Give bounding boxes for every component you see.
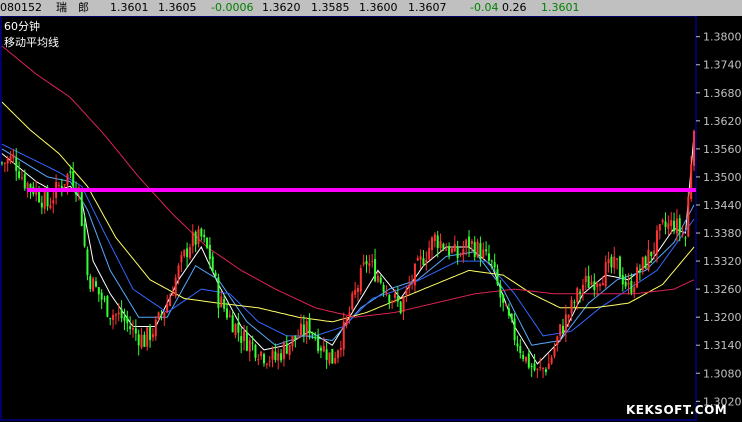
y-tick-label: 1.3140 [703,339,742,352]
candle [206,236,209,250]
candle [351,290,354,312]
y-tick-label: 1.3320 [703,255,742,268]
quote-amplitude: 0.26 [502,1,527,14]
y-tick-label: 1.3740 [703,59,742,72]
quote-code: 080152 [0,1,42,14]
quote-prev-close: 1.3607 [408,1,447,14]
candle [693,129,695,172]
candle [106,295,109,318]
candle [86,246,89,281]
candle [399,300,402,315]
quote-bar: 080152 瑞 郎 1.3601 1.3605 -0.0006 1.3620 … [0,0,742,16]
quote-change: -0.0006 [211,1,254,14]
y-tick-label: 1.3500 [703,171,742,184]
y-tick-label: 1.3440 [703,199,742,212]
quote-change-percent: -0.04 [470,1,499,14]
candle [80,189,83,227]
y-tick-label: 1.3380 [703,227,742,240]
y-tick-label: 1.3560 [703,143,742,156]
candle [92,276,95,292]
quote-last: 1.3601 [110,1,149,14]
chart-canvas: 1.3800 1.3740 1.3680 1.3620 1.3560 1.3500 1.34… [0,0,742,422]
candle [328,352,331,366]
quote-open: 1.3600 [359,1,398,14]
candle [331,348,334,364]
y-tick-label: 1.3080 [703,367,742,380]
legend-period: 60分钟 [4,19,40,33]
candle [174,274,177,299]
watermark-logo: KEKSOFT.COM [626,403,728,417]
y-tick-label: 1.3800 [703,31,742,44]
y-tick-label: 1.3620 [703,115,742,128]
y-tick-label: 1.3680 [703,87,742,100]
candle [687,190,690,238]
y-tick-label: 1.3260 [703,283,742,296]
candle [636,263,639,289]
quote-name: 瑞 郎 [56,1,89,14]
legend-indicator: 移动平均线 [4,35,59,49]
y-tick-label: 1.3200 [703,311,742,324]
candle [359,264,362,295]
quote-bid: 1.3605 [158,1,197,14]
quote-low: 1.3585 [311,1,350,14]
chart-background [0,0,742,422]
candle [618,255,621,278]
quote-current: 1.3601 [541,1,580,14]
quote-high: 1.3620 [262,1,301,14]
candle [644,255,647,269]
